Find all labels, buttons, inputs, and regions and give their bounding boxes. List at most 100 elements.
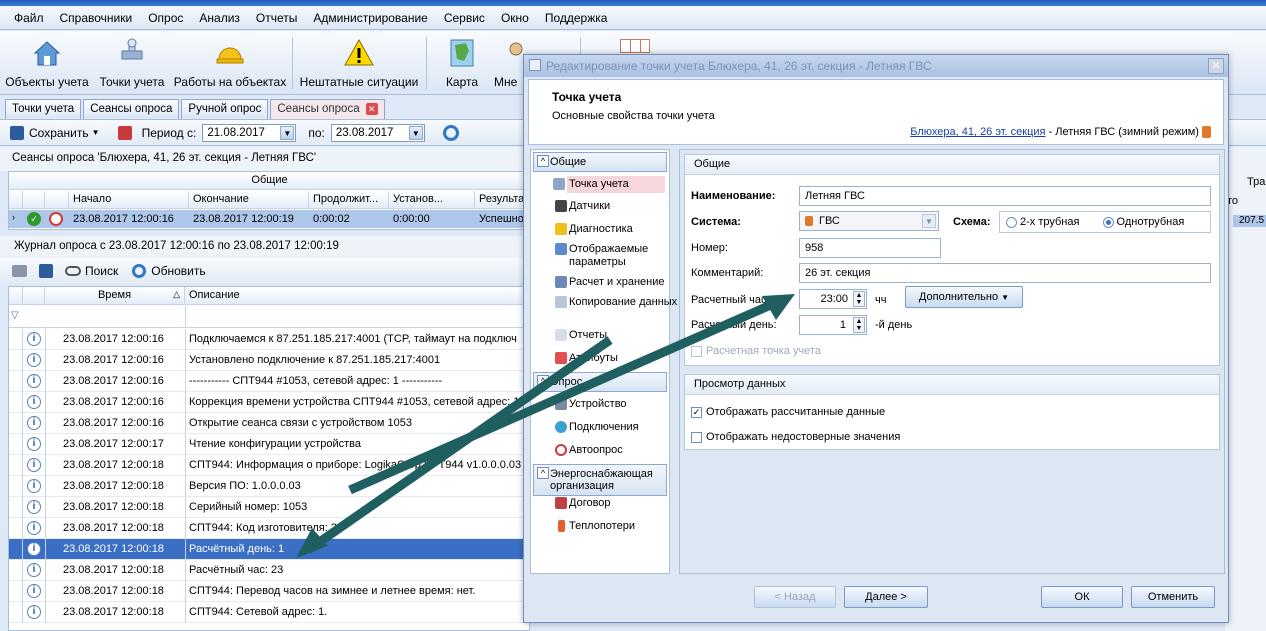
table-row[interactable]: i 23.08.2017 12:00:16 ----------- СПТ944 #… bbox=[9, 371, 529, 392]
refresh-icon[interactable] bbox=[442, 124, 459, 141]
col-established[interactable]: Установ... bbox=[389, 191, 475, 209]
spinner-icon[interactable]: ▲ ▼ bbox=[853, 317, 865, 333]
col-time[interactable]: Время △ bbox=[45, 287, 185, 305]
menu-support[interactable]: Поддержка bbox=[537, 11, 616, 25]
date-from-input[interactable]: 21.08.2017 ▼ bbox=[202, 123, 297, 142]
table-row[interactable]: i 23.08.2017 12:00:18 СПТ944: Сетевой адре… bbox=[9, 602, 529, 623]
nav-item-device[interactable]: Устройство bbox=[555, 398, 679, 411]
spinner-icon[interactable]: ▲ ▼ bbox=[853, 291, 865, 307]
menu-service[interactable]: Сервис bbox=[436, 11, 493, 25]
map-button[interactable]: Карта bbox=[436, 35, 488, 93]
show-invalid-checkbox[interactable]: Отображать недостоверные значения bbox=[691, 431, 900, 443]
nav-item-display-params[interactable]: Отображаемые параметры bbox=[555, 243, 679, 269]
date-to-input[interactable]: 23.08.2017 ▼ bbox=[330, 123, 425, 142]
save-button[interactable]: Сохранить bbox=[29, 126, 89, 140]
refresh-button[interactable]: Обновить bbox=[151, 264, 205, 278]
table-row[interactable]: i 23.08.2017 12:00:18 Версия ПО: 1.0.0.0.0… bbox=[9, 476, 529, 497]
tab-sessions-active[interactable]: Сеансы опроса ✕ bbox=[270, 99, 385, 119]
number-field[interactable]: 958 bbox=[799, 238, 941, 258]
print-icon[interactable] bbox=[12, 265, 27, 277]
show-calc-checkbox[interactable]: ✓ Отображать рассчитанные данные bbox=[691, 406, 885, 418]
table-row[interactable]: i 23.08.2017 12:00:16 Установлено подключе… bbox=[9, 350, 529, 371]
emergency-button[interactable]: Нештатные ситуации bbox=[298, 35, 420, 93]
session-row[interactable]: › ✓ 23.08.2017 12:00:16 23.08.2017 12:00… bbox=[9, 210, 531, 228]
chevron-down-icon[interactable]: ▼ bbox=[922, 214, 936, 228]
table-row[interactable]: i 23.08.2017 12:00:16 Коррекция времени ус… bbox=[9, 392, 529, 413]
close-icon[interactable]: ✕ bbox=[1208, 58, 1224, 74]
check-icon: ✓ bbox=[691, 406, 702, 418]
col-end[interactable]: Окончание bbox=[189, 191, 309, 209]
table-row[interactable]: i 23.08.2017 12:00:18 Серийный номер: 1053 bbox=[9, 497, 529, 518]
menu-admin[interactable]: Администрирование bbox=[305, 11, 435, 25]
nav-item-diagnostics[interactable]: Диагностика bbox=[555, 223, 679, 236]
nav-item-contract[interactable]: Договор bbox=[555, 497, 679, 510]
close-icon[interactable]: ✕ bbox=[365, 103, 378, 115]
export-icon[interactable] bbox=[39, 264, 53, 278]
nav-item-copy-data[interactable]: Копирование данных bbox=[555, 296, 679, 309]
object-link[interactable]: Блюхера, 41, 26 эт. секция bbox=[910, 126, 1045, 138]
nav-item-reports[interactable]: Отчеты bbox=[555, 329, 679, 342]
table-row[interactable]: i 23.08.2017 12:00:18 Расчётный час: 23 bbox=[9, 560, 529, 581]
table-row[interactable]: i 23.08.2017 12:00:16 Открытие сеанса связ… bbox=[9, 413, 529, 434]
nav-item-autopoll[interactable]: Автоопрос bbox=[555, 444, 679, 457]
next-button[interactable]: Далее > bbox=[844, 586, 928, 608]
nav-item-sensors[interactable]: Датчики bbox=[555, 200, 679, 213]
nav-item-point[interactable]: Точка учета bbox=[553, 176, 665, 193]
table-row[interactable]: i 23.08.2017 12:00:18 СПТ944: Информация о… bbox=[9, 455, 529, 476]
nav-item-heat-loss[interactable]: Теплопотери bbox=[558, 520, 679, 533]
comment-field[interactable]: 26 эт. секция bbox=[799, 263, 1211, 283]
chevron-down-icon[interactable]: ▼ bbox=[408, 125, 423, 140]
hot-water-icon bbox=[805, 216, 813, 227]
menu-poll[interactable]: Опрос bbox=[140, 11, 191, 25]
tab-sessions[interactable]: Сеансы опроса bbox=[83, 99, 180, 119]
scheme-one-pipe[interactable]: Однотрубная bbox=[1102, 216, 1184, 228]
menu-reports[interactable]: Отчеты bbox=[248, 11, 305, 25]
menu-file[interactable]: Файл bbox=[6, 11, 52, 25]
menu-analysis[interactable]: Анализ bbox=[191, 11, 248, 25]
table-row[interactable]: i 23.08.2017 12:00:18 СПТ944: Код изготови… bbox=[9, 518, 529, 539]
cancel-button[interactable]: Отменить bbox=[1131, 586, 1215, 608]
calc-hour-field[interactable]: 23:00 ▲ ▼ bbox=[799, 289, 867, 309]
points-button[interactable]: Точки учета bbox=[96, 35, 168, 93]
nav-group-energy[interactable]: Энергоснабжающая организация bbox=[533, 464, 667, 496]
col-duration[interactable]: Продолжит... bbox=[309, 191, 389, 209]
nav-item-attributes[interactable]: Атрибуты bbox=[555, 352, 679, 365]
scheme-two-pipe[interactable]: 2-х трубная bbox=[1006, 216, 1079, 228]
chevron-down-icon[interactable]: ▼ bbox=[280, 125, 295, 140]
chevron-down-icon[interactable]: ▼ bbox=[92, 128, 100, 137]
works-button[interactable]: Работы на объектах bbox=[172, 35, 288, 93]
table-row[interactable]: i 23.08.2017 12:00:16 Подключаемся к 87.25… bbox=[9, 329, 529, 350]
nav-item-connections[interactable]: Подключения bbox=[555, 421, 679, 434]
general-group-title: Общие bbox=[685, 155, 1219, 175]
checklist-icon bbox=[555, 243, 567, 255]
filter-icon[interactable] bbox=[117, 125, 132, 140]
row-description: СПТ944: Сетевой адрес: 1. bbox=[189, 606, 328, 618]
table-row[interactable]: i 23.08.2017 12:00:17 Чтение конфигурации … bbox=[9, 434, 529, 455]
warning-icon bbox=[555, 223, 567, 235]
mne-button[interactable]: Мне bbox=[494, 35, 524, 93]
menu-directories[interactable]: Справочники bbox=[52, 11, 141, 25]
tab-manual-poll[interactable]: Ручной опрос bbox=[181, 99, 269, 119]
filter-row[interactable]: ▽ bbox=[9, 306, 529, 328]
info-icon: i bbox=[27, 563, 41, 577]
back-button[interactable]: < Назад bbox=[754, 586, 836, 608]
table-row[interactable]: i 23.08.2017 12:00:18 Расчётный день: 1 bbox=[9, 539, 529, 560]
table-row[interactable]: i 23.08.2017 12:00:18 СПТ944: Перевод часо… bbox=[9, 581, 529, 602]
search-button[interactable]: Поиск bbox=[85, 264, 118, 278]
calc-point-checkbox[interactable]: Расчетная точка учета bbox=[691, 345, 821, 357]
ok-button[interactable]: ОК bbox=[1041, 586, 1123, 608]
nav-group-general[interactable]: Общие bbox=[533, 152, 667, 172]
menu-window[interactable]: Окно bbox=[493, 11, 537, 25]
objects-button[interactable]: Объекты учета bbox=[4, 35, 90, 93]
nav-group-poll[interactable]: Опрос bbox=[533, 372, 667, 392]
name-field[interactable]: Летняя ГВС bbox=[799, 186, 1211, 206]
nav-item-calc-storage[interactable]: Расчет и хранение bbox=[555, 276, 679, 289]
calc-day-field[interactable]: 1 ▲ ▼ bbox=[799, 315, 867, 335]
system-select[interactable]: ГВС ▼ bbox=[799, 211, 939, 231]
additional-button[interactable]: Дополнительно ▼ bbox=[905, 286, 1023, 308]
table-icon[interactable] bbox=[620, 39, 650, 53]
col-description[interactable]: Описание bbox=[185, 287, 529, 305]
tab-points[interactable]: Точки учета bbox=[5, 99, 82, 119]
col-start[interactable]: Начало bbox=[69, 191, 189, 209]
row-description: ----------- СПТ944 #1053, сетевой адрес:… bbox=[189, 375, 443, 387]
